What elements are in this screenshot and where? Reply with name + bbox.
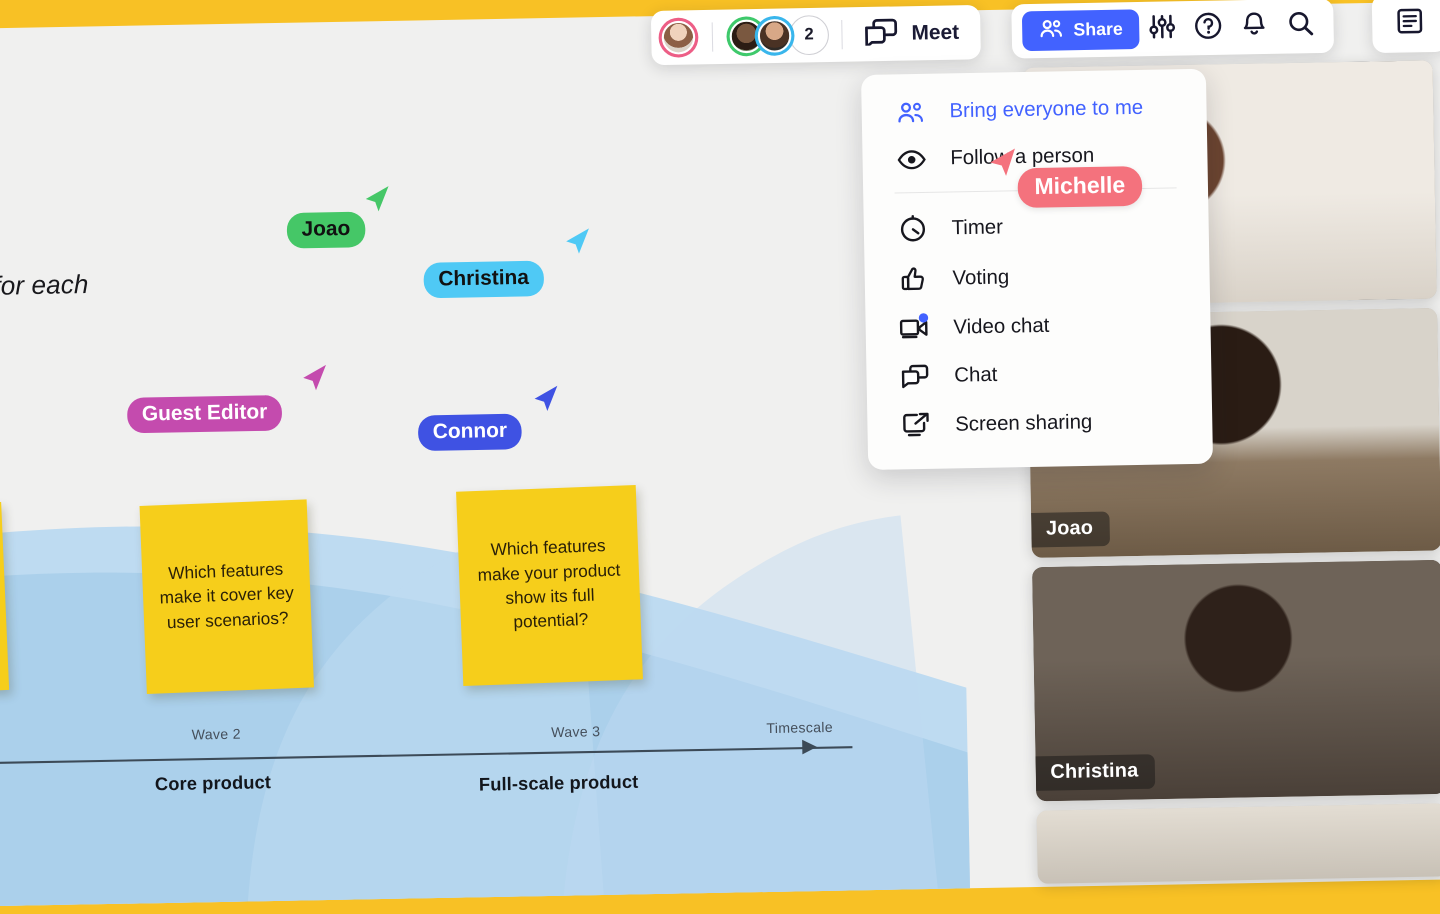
share-people-icon	[1039, 17, 1065, 44]
people-icon	[895, 100, 927, 124]
video-tile-name: Christina	[1036, 754, 1156, 791]
cursor-michelle: Michelle	[986, 143, 1024, 187]
video-tile-name: Joao	[1031, 512, 1110, 548]
cursor-label: Connor	[418, 414, 522, 451]
video-tile-next[interactable]	[1037, 803, 1440, 884]
cursor-label: Michelle	[1017, 166, 1142, 208]
video-feed	[1037, 803, 1440, 884]
share-button[interactable]: Share	[1022, 9, 1140, 51]
collaboration-menu[interactable]: Bring everyone to me Follow a person Tim…	[861, 69, 1213, 470]
sticky-note-text: Which features make your product show it…	[468, 534, 630, 638]
menu-item-voting[interactable]: Voting	[864, 248, 1210, 304]
share-label: Share	[1073, 19, 1123, 41]
eye-icon	[896, 149, 928, 170]
cursor-label: Christina	[423, 261, 543, 299]
cursor-pointer-icon	[361, 182, 397, 218]
timeline-wave-label: Wave 2	[192, 726, 241, 743]
search-button[interactable]	[1277, 3, 1324, 50]
cursor-pointer-icon	[530, 381, 566, 417]
menu-item-label: Voting	[952, 265, 1009, 290]
menu-item-label: Bring everyone to me	[949, 96, 1143, 124]
cursor-label: Guest Editor	[127, 395, 282, 433]
board-heading: the timeline for each n wave	[0, 261, 291, 350]
meet-icon	[863, 17, 899, 50]
cursor-pointer-icon	[299, 361, 335, 397]
menu-item-label: Timer	[951, 215, 1003, 240]
board-heading-line-2: n wave	[0, 302, 291, 351]
menu-item-label: Chat	[954, 363, 997, 388]
toolbar-actions-group: Share	[1011, 0, 1334, 59]
chat-bubbles-icon	[900, 363, 932, 389]
sliders-icon	[1149, 12, 1177, 45]
avatar[interactable]	[658, 17, 698, 57]
sticky-note[interactable]: Which features make your product show it…	[456, 485, 643, 686]
notifications-button[interactable]	[1231, 4, 1278, 51]
help-circle-icon	[1194, 10, 1224, 45]
app-stage: the timeline for each n wave h features …	[0, 0, 1440, 844]
timeline-stage-label: Core product	[155, 771, 271, 795]
timer-icon	[897, 215, 929, 243]
bell-icon	[1241, 10, 1269, 44]
video-tile-christina[interactable]: Christina	[1032, 560, 1440, 802]
toolbar-divider	[712, 22, 714, 51]
menu-item-bring-everyone-to-me[interactable]: Bring everyone to me	[861, 83, 1207, 136]
sticky-note[interactable]: Which features make it cover key user sc…	[140, 499, 314, 694]
cursor-pointer-icon	[986, 143, 1024, 181]
timeline-axis-end-label: Timescale	[766, 719, 833, 736]
menu-item-chat[interactable]: Chat	[866, 347, 1212, 401]
menu-item-video-chat[interactable]: Video chat	[865, 299, 1211, 353]
menu-item-label: Video chat	[953, 314, 1049, 340]
avatar-image	[661, 21, 695, 55]
cursor-pointer-icon	[562, 224, 598, 260]
search-icon	[1286, 9, 1315, 43]
timeline-axis-arrow	[802, 740, 817, 755]
settings-sliders-button[interactable]	[1139, 5, 1186, 52]
meet-label: Meet	[911, 20, 959, 45]
timeline-stage-label: Full-scale product	[479, 771, 639, 796]
avatar[interactable]	[754, 16, 794, 56]
thumbs-up-icon	[898, 265, 930, 293]
avatar-image	[758, 19, 792, 53]
notes-panel-icon	[1395, 6, 1425, 41]
notes-panel-button[interactable]	[1386, 0, 1433, 47]
toolbar-participants-group: 2 Meet	[651, 5, 981, 65]
participant-count-badge[interactable]: 2	[789, 15, 829, 55]
menu-item-label: Screen sharing	[955, 410, 1092, 437]
cursor-label: Joao	[287, 212, 366, 249]
toolbar-divider	[841, 20, 843, 49]
timeline-wave-label: Wave 3	[551, 724, 600, 741]
meet-button[interactable]: Meet	[855, 11, 974, 55]
menu-item-screen-sharing[interactable]: Screen sharing	[867, 395, 1213, 451]
video-camera-icon	[899, 315, 931, 341]
screen-share-icon	[901, 411, 933, 439]
toolbar-panel-group	[1372, 0, 1440, 53]
sticky-note-text: Which features make it cover key user sc…	[152, 557, 301, 636]
help-button[interactable]	[1185, 4, 1232, 51]
